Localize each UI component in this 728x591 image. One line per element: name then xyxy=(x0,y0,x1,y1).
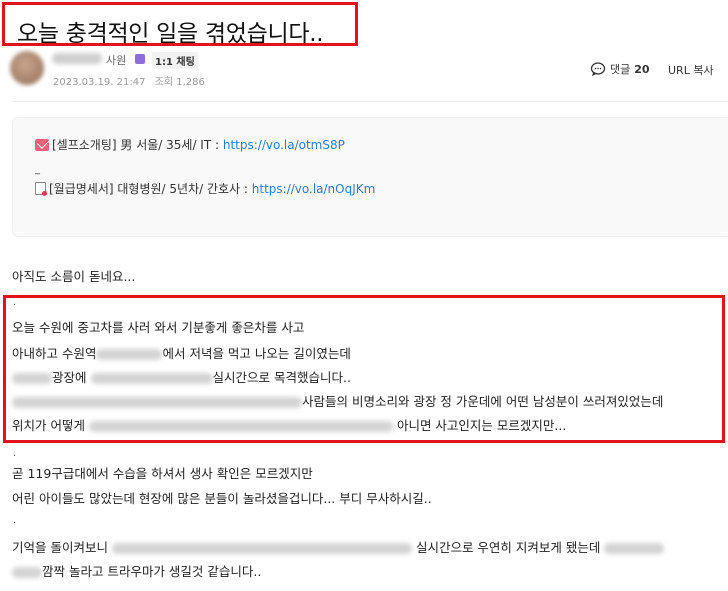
comment-label: 댓글 xyxy=(610,63,631,76)
paragraph-line: 위치가 어떻게 아니면 사고인지는 모르겠지만... xyxy=(12,415,566,434)
paragraph-line: 어린 아이들도 많았는데 현장에 많은 분들이 놀라셨을겁니다... 부디 무사… xyxy=(12,491,432,506)
author-rank: 사원 xyxy=(106,54,127,67)
paragraph-text: 기억을 돌이켜보니 xyxy=(12,540,108,555)
paragraph-text: 위치가 어떻게 xyxy=(12,418,85,433)
paragraph-text: 아내하고 수원역 xyxy=(12,346,97,361)
info-line-salary: [월급명세서] 대형병원/ 5년차/ 간호사 : https://vo.la/n… xyxy=(35,180,375,197)
paragraph-text: 사람들의 비명소리와 광장 정 가운데에 어떤 남성분이 쓰러져있었는데 xyxy=(302,394,664,409)
info-dash: _ xyxy=(35,164,40,175)
info-line2-text: [월급명세서] 대형병원/ 5년차/ 간호사 : xyxy=(49,182,252,196)
paragraph-line: 기억을 돌이켜보니 실시간으로 우연히 지켜보게 됐는데 xyxy=(12,537,665,556)
redacted-text xyxy=(12,567,42,578)
paragraph-line: 깜짝 놀라고 트라우마가 생길것 같습니다.. xyxy=(12,561,261,580)
info-line-intro: [셀프소개팅] 男 서울/ 35세/ IT : https://vo.la/ot… xyxy=(35,136,345,153)
post-views: 조회 1,286 xyxy=(154,77,205,88)
paragraph-line: 곧 119구급대에서 수습을 하셔서 생사 확인은 모르겠지만 xyxy=(12,466,313,481)
info-link-1[interactable]: https://vo.la/otmS8P xyxy=(223,138,345,152)
paragraph-text: 실시간으로 우연히 지켜보게 됐는데 xyxy=(415,540,601,555)
paragraph-line: 오늘 수원에 중고차를 사러 와서 기분좋게 좋은차를 사고 xyxy=(12,320,305,335)
avatar[interactable] xyxy=(10,51,44,85)
paragraph-line: 사람들의 비명소리와 광장 정 가운데에 어떤 남성분이 쓰러져있었는데 xyxy=(12,391,663,410)
paragraph-text: 깜짝 놀라고 트라우마가 생길것 같습니다.. xyxy=(42,564,262,579)
redacted-text xyxy=(12,397,302,408)
redacted-text xyxy=(12,373,52,384)
info-line1-text: [셀프소개팅] 男 서울/ 35세/ IT : xyxy=(52,138,223,152)
post-title: 오늘 충격적인 일을 겪었습니다.. xyxy=(17,21,324,47)
speech-bubble-icon xyxy=(590,62,606,76)
title-highlight-box: 오늘 충격적인 일을 겪었습니다.. xyxy=(2,2,358,47)
header-divider xyxy=(12,101,728,102)
redacted-text xyxy=(111,543,412,554)
paragraph-text: 아니면 사고인지는 모르겠지만... xyxy=(396,418,567,433)
paragraph-text: 광장에 xyxy=(52,370,87,385)
url-copy-button[interactable]: URL 복사 xyxy=(668,62,714,78)
info-link-2[interactable]: https://vo.la/nOqJKm xyxy=(252,182,376,196)
spacer-dot: . xyxy=(13,515,17,526)
document-icon xyxy=(35,182,47,196)
info-box: [셀프소개팅] 男 서울/ 35세/ IT : https://vo.la/ot… xyxy=(12,117,728,237)
paragraph-line: 아내하고 수원역 에서 저녁을 먹고 나오는 길이였는데 xyxy=(12,343,351,362)
paragraph-text: 에서 저녁을 먹고 나오는 길이였는데 xyxy=(162,346,351,361)
member-badge-icon xyxy=(135,54,145,64)
redacted-text xyxy=(88,421,393,432)
spacer-dot: . xyxy=(13,448,17,459)
post-date: 2023.03.19. 21:47 xyxy=(53,77,146,88)
comment-button[interactable]: 댓글 20 xyxy=(590,61,650,77)
redacted-text xyxy=(604,543,665,554)
author-name-blurred[interactable] xyxy=(52,53,102,64)
paragraph-line: 광장에 실시간으로 목격했습니다.. xyxy=(12,367,351,386)
post-meta: 2023.03.19. 21:47 조회 1,286 xyxy=(53,73,205,88)
paragraph-text: 실시간으로 목격했습니다.. xyxy=(212,370,351,385)
paragraph-intro: 아직도 소름이 돋네요... xyxy=(12,269,136,284)
redacted-text xyxy=(96,349,163,360)
chat-button[interactable]: 1:1 채팅 xyxy=(152,52,198,69)
envelope-icon xyxy=(35,139,49,151)
comment-count: 20 xyxy=(634,62,650,76)
redacted-text xyxy=(90,373,213,384)
